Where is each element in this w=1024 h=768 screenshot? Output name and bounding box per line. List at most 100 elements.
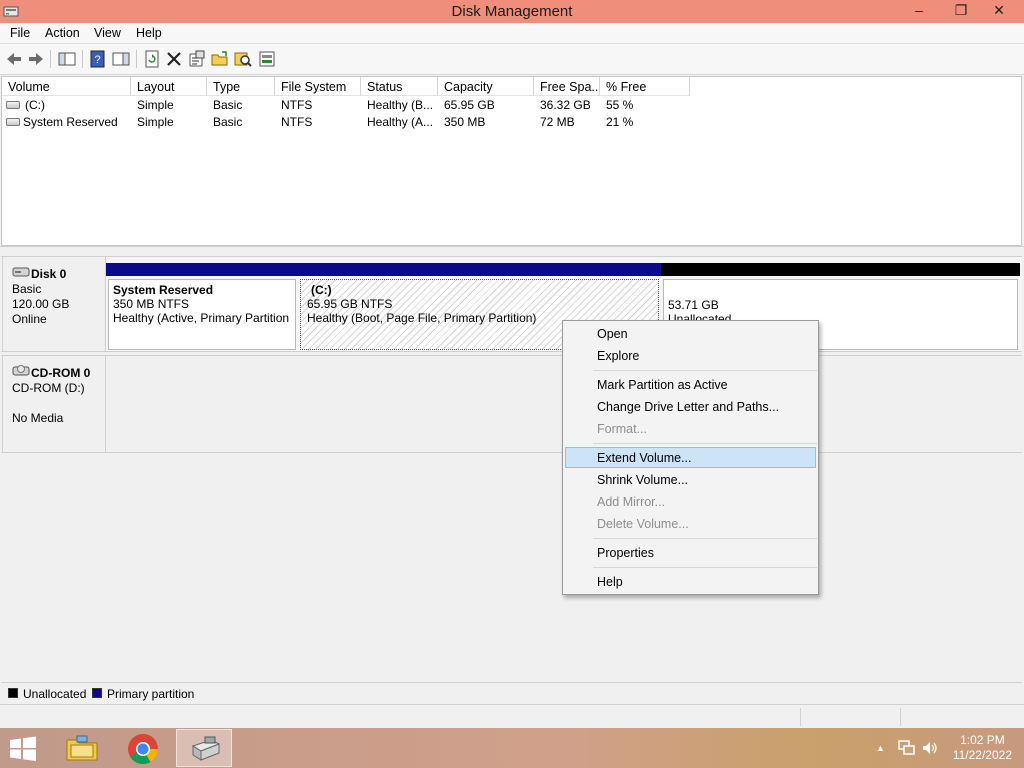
cell-capacity: 350 MB — [444, 115, 486, 129]
open-icon[interactable] — [210, 49, 230, 69]
partition-body: System Reserved 350 MB NTFS Healthy (Act… — [108, 279, 296, 350]
svg-text:?: ? — [94, 54, 100, 66]
partition-size: 53.71 GB — [668, 298, 719, 312]
chrome-icon — [128, 734, 158, 765]
cell-type: Basic — [213, 115, 243, 129]
menu-view[interactable]: View — [94, 26, 121, 40]
disk-type: Basic — [12, 282, 42, 296]
menu-file[interactable]: File — [10, 26, 30, 40]
status-divider — [900, 708, 901, 726]
menu-item-delete-volume: Delete Volume... — [597, 517, 689, 531]
disk-status: Online — [12, 312, 47, 326]
legend: Unallocated Primary partition — [1, 682, 1022, 702]
cdrom-0-info[interactable]: CD-ROM 0 CD-ROM (D:) No Media — [2, 355, 106, 453]
disk-name: CD-ROM 0 — [31, 366, 91, 380]
cell-capacity: 65.95 GB — [444, 98, 495, 112]
menu-item-open[interactable]: Open — [565, 323, 816, 344]
menu-item-help[interactable]: Help — [565, 571, 816, 592]
column-header-volume[interactable]: Volume — [2, 77, 131, 96]
legend-label: Unallocated — [23, 687, 87, 701]
toolbar: ? — [0, 44, 1024, 75]
legend-label: Primary partition — [107, 687, 195, 701]
menu-item-properties[interactable]: Properties — [565, 542, 816, 563]
cell-layout: Simple — [137, 98, 174, 112]
cell-volume: (C:) — [25, 98, 45, 112]
status-divider — [800, 708, 801, 726]
toolbar-separator — [82, 50, 83, 68]
drive-icon — [6, 118, 20, 126]
properties-icon[interactable] — [187, 49, 207, 69]
show-hide-console-tree-icon[interactable] — [57, 49, 77, 69]
cell-free-space: 36.32 GB — [540, 98, 591, 112]
clock-time: 1:02 PM — [960, 733, 1005, 747]
drive-icon — [6, 101, 20, 109]
cell-free-space: 72 MB — [540, 115, 575, 129]
pane-splitter[interactable] — [0, 246, 1024, 254]
menu-item-mark-active[interactable]: Mark Partition as Active — [565, 374, 816, 395]
column-header-status[interactable]: Status — [361, 77, 438, 96]
menu-separator — [593, 567, 817, 568]
disk-icon — [12, 267, 30, 277]
disk-management-icon — [191, 736, 221, 761]
cell-volume: System Reserved — [23, 115, 118, 129]
forward-arrow-icon[interactable] — [26, 49, 46, 69]
back-arrow-icon[interactable] — [4, 49, 24, 69]
partition-size: 350 MB NTFS — [113, 297, 190, 311]
menu-separator — [593, 538, 817, 539]
column-header-percent-free[interactable]: % Free — [600, 77, 690, 96]
context-menu: Open Explore Mark Partition as Active Ch… — [562, 320, 819, 595]
legend-swatch-primary — [92, 688, 102, 698]
menu-bar: File Action View Help — [0, 23, 1024, 44]
help-icon[interactable]: ? — [88, 49, 108, 69]
taskbar-disk-management[interactable] — [176, 729, 232, 767]
column-header-file-system[interactable]: File System — [275, 77, 361, 96]
cell-percent-free: 55 % — [606, 98, 634, 112]
partition-name: (C:) — [311, 283, 332, 297]
menu-item-explore[interactable]: Explore — [565, 345, 816, 366]
cell-layout: Simple — [137, 115, 174, 129]
volume-list[interactable]: Volume Layout Type File System Status Ca… — [1, 76, 1022, 246]
explore-icon[interactable] — [233, 49, 253, 69]
menu-help[interactable]: Help — [136, 26, 162, 40]
close-button[interactable]: ✕ — [984, 0, 1014, 21]
network-icon[interactable] — [898, 740, 916, 756]
windows-start-icon[interactable] — [8, 736, 38, 761]
menu-item-change-drive-letter[interactable]: Change Drive Letter and Paths... — [565, 396, 816, 417]
menu-item-format: Format... — [597, 422, 648, 436]
cell-status: Healthy (B... — [367, 98, 434, 112]
menu-item-shrink-volume[interactable]: Shrink Volume... — [565, 469, 816, 490]
cell-percent-free: 21 % — [606, 115, 634, 129]
menu-action[interactable]: Action — [45, 26, 80, 40]
disk-0-info[interactable]: Disk 0 Basic 120.00 GB Online — [2, 256, 106, 352]
column-header-capacity[interactable]: Capacity — [438, 77, 534, 96]
show-hidden-icons-icon[interactable]: ▲ — [876, 743, 885, 753]
cell-file-system: NTFS — [281, 98, 313, 112]
cell-type: Basic — [213, 98, 243, 112]
disk-type: CD-ROM (D:) — [12, 381, 85, 395]
system-clock[interactable]: 1:02 PM 11/22/2022 — [953, 733, 1012, 763]
partition-type-bar — [298, 263, 661, 276]
partition-system-reserved[interactable]: System Reserved 350 MB NTFS Healthy (Act… — [106, 263, 298, 350]
rescan-disks-icon[interactable] — [257, 49, 277, 69]
column-header-free-space[interactable]: Free Spa... — [534, 77, 600, 96]
restore-button[interactable]: ❐ — [946, 0, 976, 21]
minimize-button[interactable]: – — [904, 0, 934, 21]
disk-size: 120.00 GB — [12, 297, 70, 311]
partition-size: 65.95 GB NTFS — [307, 297, 393, 311]
file-explorer-icon — [66, 735, 98, 761]
volume-icon[interactable] — [921, 740, 939, 756]
taskbar-chrome[interactable] — [115, 729, 171, 767]
column-header-layout[interactable]: Layout — [131, 77, 207, 96]
cell-file-system: NTFS — [281, 115, 313, 129]
menu-separator — [593, 370, 817, 371]
taskbar-file-explorer[interactable] — [54, 729, 110, 767]
menu-item-extend-volume[interactable]: Extend Volume... — [565, 447, 816, 468]
refresh-icon[interactable] — [142, 49, 162, 69]
disk-status: No Media — [12, 411, 64, 425]
disk-name: Disk 0 — [31, 267, 67, 281]
delete-icon[interactable] — [164, 49, 184, 69]
show-action-pane-icon[interactable] — [111, 49, 131, 69]
menu-item-add-mirror: Add Mirror... — [597, 495, 666, 509]
column-header-type[interactable]: Type — [207, 77, 275, 96]
taskbar: ▲ 1:02 PM 11/22/2022 — [0, 728, 1024, 768]
